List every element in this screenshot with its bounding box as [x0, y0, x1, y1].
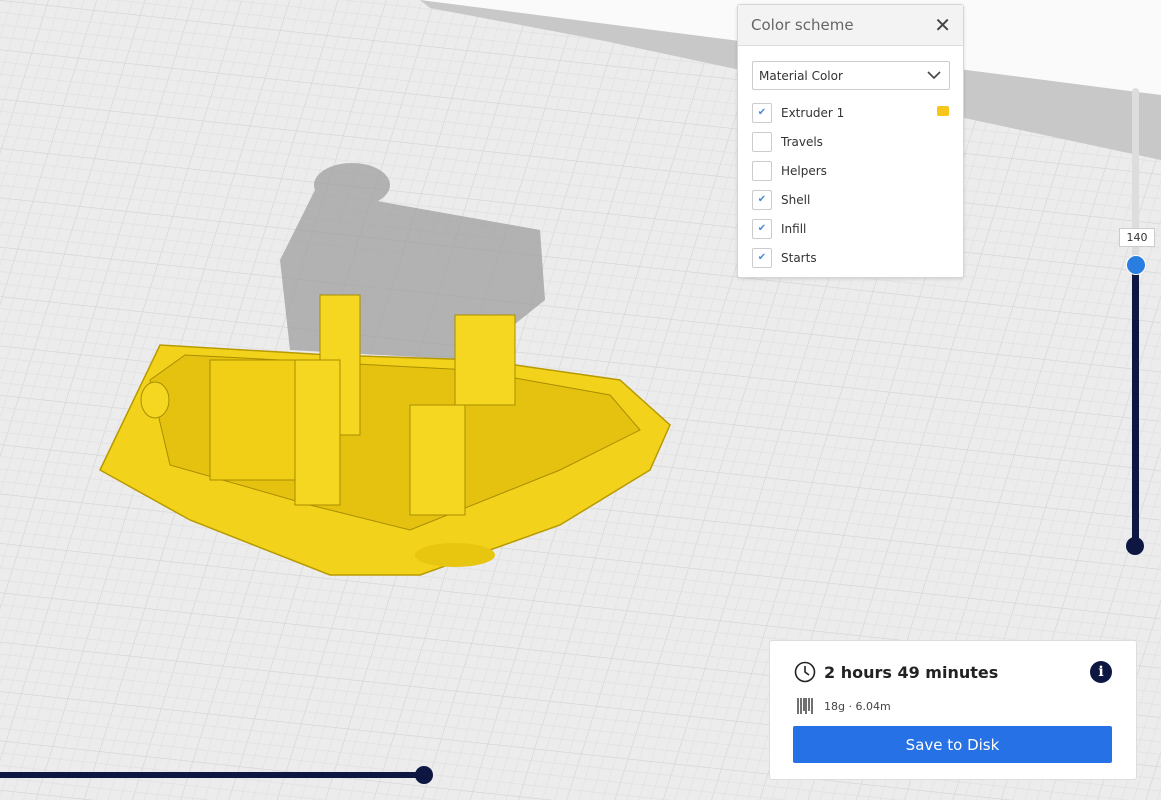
option-label: Shell — [781, 192, 811, 207]
layer-slider[interactable] — [1126, 88, 1146, 555]
panel-title: Color scheme — [751, 16, 854, 34]
close-icon[interactable]: ✕ — [934, 13, 951, 37]
dropdown-value: Material Color — [759, 68, 843, 83]
filament-icon — [797, 698, 813, 714]
option-starts[interactable]: ✔ Starts — [738, 243, 963, 272]
info-icon[interactable]: i — [1090, 661, 1112, 683]
checkbox[interactable] — [752, 131, 772, 152]
print-time: 2 hours 49 minutes — [794, 661, 998, 683]
checkbox[interactable]: ✔ — [752, 218, 772, 239]
layer-slider-top-handle[interactable] — [1126, 255, 1146, 275]
option-label: Infill — [781, 221, 807, 236]
option-extruder-1[interactable]: ✔ Extruder 1 — [738, 98, 963, 127]
checkbox[interactable]: ✔ — [752, 102, 772, 123]
option-label: Travels — [781, 134, 823, 149]
color-scheme-dropdown[interactable]: Material Color — [752, 61, 950, 90]
checkbox[interactable]: ✔ — [752, 189, 772, 210]
material-text: 18g · 6.04m — [824, 699, 891, 713]
clock-icon — [794, 661, 816, 683]
checkbox[interactable] — [752, 160, 772, 181]
layer-slider-bottom-handle[interactable] — [1126, 537, 1144, 555]
option-label: Starts — [781, 250, 817, 265]
path-slider-handle[interactable] — [415, 766, 433, 784]
print-time-text: 2 hours 49 minutes — [824, 662, 999, 682]
material-usage: 18g · 6.04m — [796, 696, 891, 716]
chevron-down-icon — [927, 71, 941, 80]
option-label: Extruder 1 — [781, 105, 845, 120]
path-slider[interactable] — [0, 766, 433, 784]
color-scheme-panel: Color scheme ✕ Material Color ✔ Extruder … — [737, 4, 964, 278]
layer-number-label[interactable]: 140 — [1119, 228, 1155, 247]
option-helpers[interactable]: Helpers — [738, 156, 963, 185]
option-infill[interactable]: ✔ Infill — [738, 214, 963, 243]
option-shell[interactable]: ✔ Shell — [738, 185, 963, 214]
panel-header: Color scheme ✕ — [738, 5, 963, 46]
option-label: Helpers — [781, 163, 827, 178]
extruder-color-swatch — [937, 106, 949, 116]
save-to-disk-button[interactable]: Save to Disk — [793, 726, 1112, 763]
option-travels[interactable]: Travels — [738, 127, 963, 156]
layer-slider-fill — [1132, 264, 1139, 548]
print-info-panel: 2 hours 49 minutes i 18g · 6.04m Save to… — [769, 640, 1137, 780]
checkbox[interactable]: ✔ — [752, 247, 772, 268]
